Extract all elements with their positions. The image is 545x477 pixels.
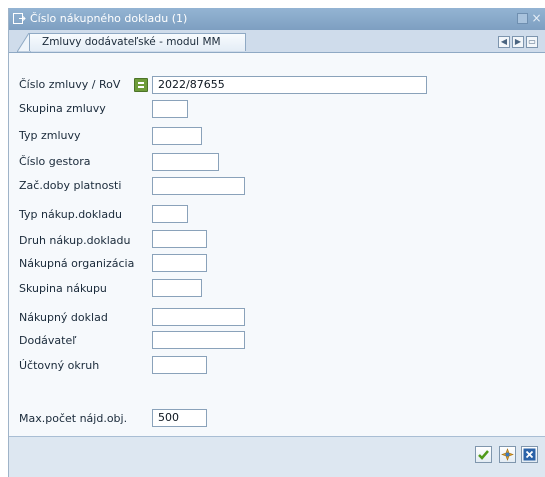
- tab-list-icon[interactable]: ▭: [526, 36, 538, 48]
- contract-type-field[interactable]: [152, 127, 202, 145]
- label-company-code: Účtovný okruh: [19, 359, 100, 372]
- label-contract-type: Typ zmluvy: [19, 129, 81, 142]
- multiple-selection-icon[interactable]: [134, 78, 148, 92]
- dialog-icon: [13, 13, 26, 24]
- close-icon[interactable]: ×: [531, 12, 542, 24]
- purchase-doc-type-field[interactable]: [152, 205, 188, 223]
- label-max-hits: Max.počet nájd.obj.: [19, 412, 128, 425]
- tab-strip: Zmluvy dodávateľské - modul MM ◀ ▶ ▭: [9, 30, 545, 53]
- contract-group-field[interactable]: [152, 100, 188, 118]
- purchasing-document-field[interactable]: [152, 308, 245, 326]
- title-bar[interactable]: Číslo nákupného dokladu (1) ×: [9, 8, 545, 30]
- label-contract-group: Skupina zmluvy: [19, 102, 106, 115]
- tab-prev-icon[interactable]: ◀: [498, 36, 510, 48]
- checkmark-icon: [478, 450, 489, 460]
- contract-number-field[interactable]: 2022/87655: [152, 76, 427, 94]
- label-contract-number: Číslo zmluvy / RoV: [19, 78, 121, 91]
- dialog-window: Číslo nákupného dokladu (1) × Zmluvy dod…: [8, 8, 545, 477]
- label-validity-start: Zač.doby platnosti: [19, 179, 122, 192]
- label-purchase-doc-type: Typ nákup.dokladu: [19, 208, 123, 221]
- label-purchase-doc-category: Druh nákup.dokladu: [19, 234, 131, 247]
- vendor-field[interactable]: [152, 331, 245, 349]
- manager-number-field[interactable]: [152, 153, 219, 171]
- validity-start-field[interactable]: [152, 177, 245, 195]
- minimize-button[interactable]: [517, 13, 528, 24]
- find-button[interactable]: [499, 446, 516, 463]
- window-title: Číslo nákupného dokladu (1): [30, 12, 188, 25]
- tab-label: Zmluvy dodávateľské - modul MM: [42, 36, 221, 48]
- cancel-icon: [523, 448, 536, 461]
- form-area: Číslo zmluvy / RoV 2022/87655 Skupina zm…: [9, 53, 545, 437]
- company-code-field[interactable]: [152, 356, 207, 374]
- find-icon: [501, 448, 514, 461]
- label-manager-number: Číslo gestora: [19, 155, 91, 168]
- button-bar: [9, 437, 545, 477]
- cancel-button[interactable]: [521, 446, 538, 463]
- tab-contracts[interactable]: Zmluvy dodávateľské - modul MM: [29, 33, 246, 51]
- label-vendor: Dodávateľ: [19, 334, 77, 347]
- max-hits-field[interactable]: 500: [152, 409, 207, 427]
- label-purchasing-group: Skupina nákupu: [19, 282, 107, 295]
- purchasing-org-field[interactable]: [152, 254, 207, 272]
- purchasing-group-field[interactable]: [152, 279, 202, 297]
- confirm-button[interactable]: [475, 446, 492, 463]
- label-purchasing-document: Nákupný doklad: [19, 311, 108, 324]
- purchase-doc-category-field[interactable]: [152, 230, 207, 248]
- tab-next-icon[interactable]: ▶: [512, 36, 524, 48]
- label-purchasing-org: Nákupná organizácia: [19, 257, 135, 270]
